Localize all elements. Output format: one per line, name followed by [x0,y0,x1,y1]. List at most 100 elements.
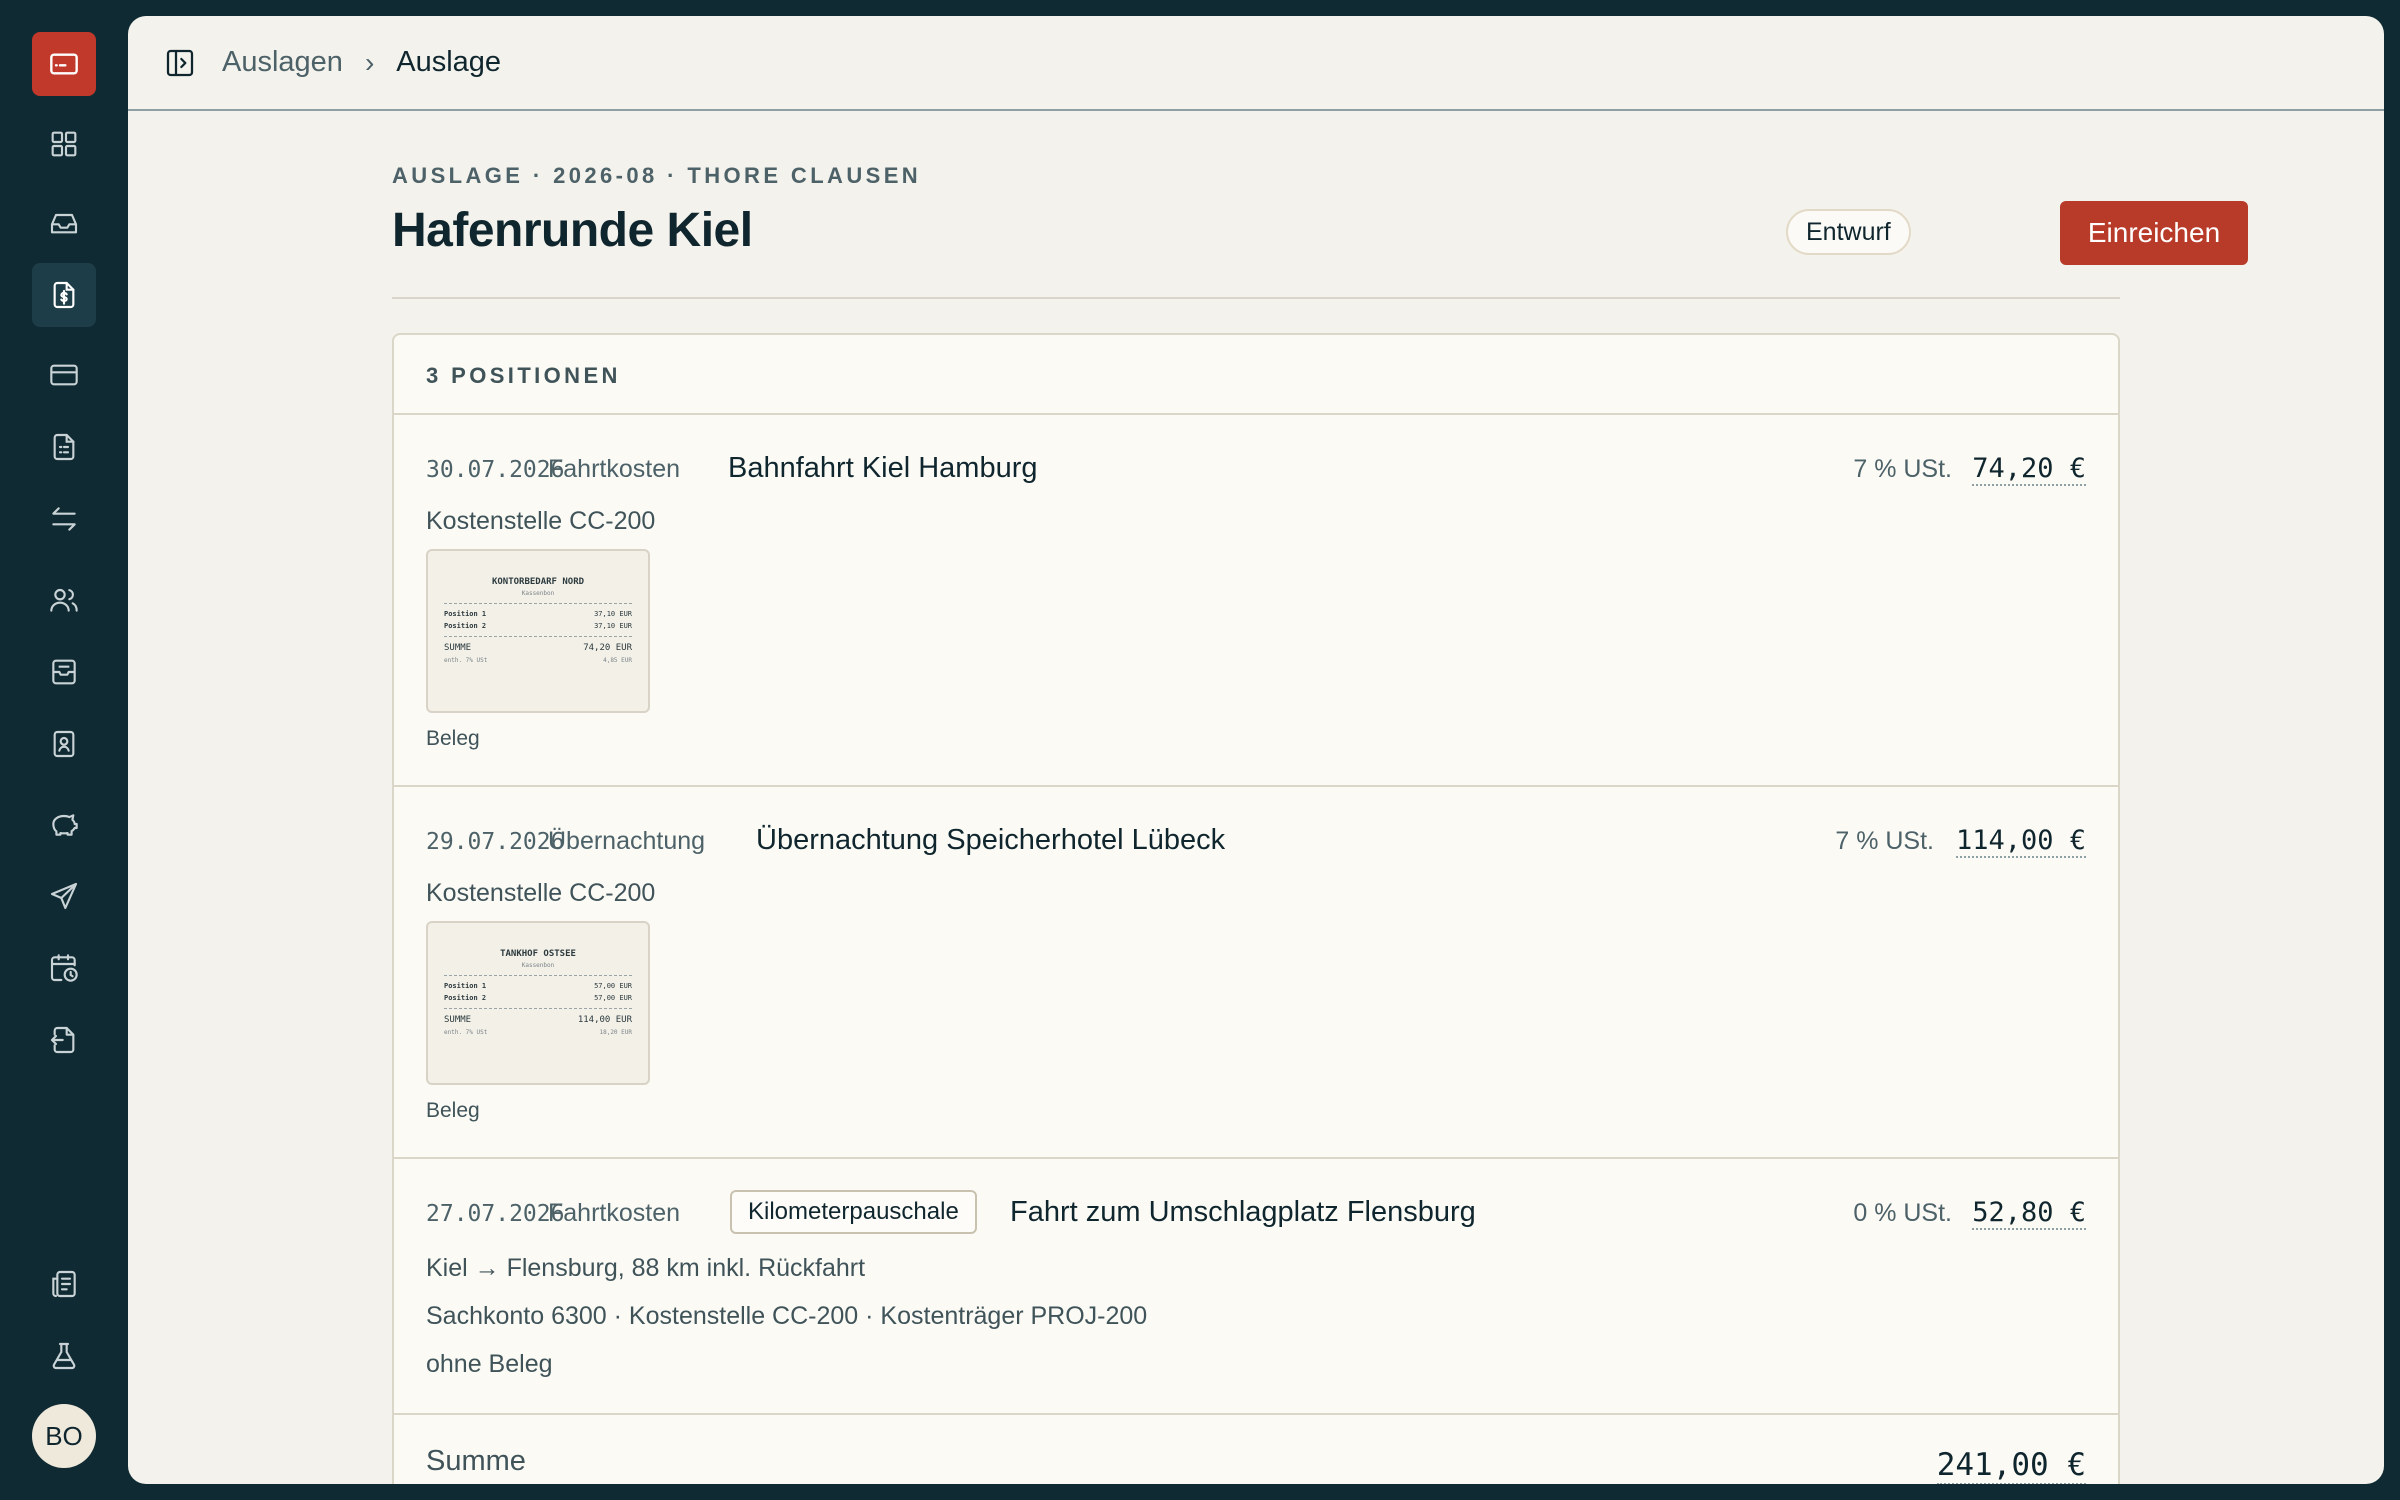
receipt-tax: enth. 7% USt 18,20 EUR [444,1029,632,1036]
sidebar-item-inbox[interactable] [32,191,96,255]
row-date: 30.07.2026 [426,457,565,483]
total-label: Summe [426,1445,526,1477]
row-route: Kiel → Flensburg, 88 km inkl. Rückfahrt [426,1254,866,1282]
sidebar-item-reports[interactable] [32,1252,96,1316]
receipt-thumbnail[interactable]: TANKHOF OSTSEE Kassenbon Position 1 57,00… [426,921,650,1085]
receipt-tax-value: 18,20 EUR [599,1029,632,1036]
table-row[interactable]: 27.07.2026 Fahrtkosten Kilometerpauschal… [394,1159,2118,1415]
export-icon [50,1026,75,1054]
breadcrumb: Auslagen › Auslage [200,46,501,79]
receipt-line-value: 37,10 EUR [594,622,632,630]
sidebar-item-dashboard[interactable] [32,112,96,176]
send-icon [50,882,78,910]
dashboard-icon [51,131,77,157]
sidebar-item-labs[interactable] [32,1324,96,1388]
receipt-line-value: 57,00 EUR [594,982,632,990]
row-amount[interactable]: 74,20 € [1972,453,2086,486]
row-date: 27.07.2026 [426,1201,565,1227]
card-icon [50,53,78,75]
receipt-line-label: Position 2 [444,994,487,1002]
reports-icon [52,1270,76,1298]
row-cost-center: Kostenstelle CC-200 [426,507,656,535]
topbar: Auslagen › Auslage [128,16,2384,111]
row-title: Bahnfahrt Kiel Hamburg [728,452,1038,484]
row-vat: 7 % USt. [1853,455,1952,483]
sidebar-item-archive[interactable] [32,640,96,704]
row-vat: 7 % USt. [1835,827,1934,855]
sidebar-item-schedule[interactable] [32,936,96,1000]
row-category: Fahrtkosten [548,1199,681,1227]
positions-count: 3 POSITIONEN [426,363,621,388]
inbox-icon [50,213,78,234]
sidebar-item-export[interactable] [32,1008,96,1072]
receipt-vendor: KONTORBEDARF NORD [491,577,585,587]
row-amount[interactable]: 52,80 € [1972,1197,2086,1230]
sidebar-item-savings[interactable] [32,792,96,856]
receipt-label: Beleg [426,727,480,750]
receipt-tax-label: enth. 7% USt [444,1029,488,1036]
receipt-subtitle: Kassenbon [521,962,555,969]
receipt-line: Position 1 57,00 EUR [444,982,632,990]
positions-card: 3 POSITIONEN 30.07.2026 Fahrtkosten Bahn… [392,333,2120,1484]
total-row: Summe 241,00 € [394,1415,2118,1484]
row-title: Übernachtung Speicherhotel Lübeck [756,824,1226,856]
avatar[interactable]: BO [32,1404,96,1468]
main-panel: Auslagen › Auslage AUSLAGE · 2026-08 · T… [128,16,2384,1484]
sidebar-item-expenses[interactable] [32,263,96,327]
users-icon [50,588,78,612]
receipt-tax-label: enth. 7% USt [444,657,488,664]
calendar-clock-icon [50,954,78,982]
receipt-tax-value: 4,85 EUR [603,657,632,664]
table-row[interactable]: 30.07.2026 Fahrtkosten Bahnfahrt Kiel Ha… [394,415,2118,787]
row-amount[interactable]: 114,00 € [1955,825,2086,858]
row-accounts: Sachkonto 6300 · Kostenstelle CC-200 · K… [426,1302,1148,1330]
receipt-divider [444,1008,632,1009]
expense-dollar-icon [53,281,75,309]
submit-button[interactable]: Einreichen [2060,201,2248,265]
sidebar-item-cards[interactable] [32,343,96,407]
row-date: 29.07.2026 [426,829,565,855]
app-logo-button[interactable] [32,32,96,96]
table-row[interactable]: 29.07.2026 Übernachtung Übernachtung Spe… [394,787,2118,1159]
receipt-line-label: Position 1 [444,610,487,618]
sidebar-item-contacts[interactable] [32,712,96,776]
archive-icon [52,659,76,685]
receipt-line-value: 57,00 EUR [594,994,632,1002]
sidebar-item-users[interactable] [32,568,96,632]
receipt-thumbnail[interactable]: KONTORBEDARF NORD Kassenbon Position 1 37… [426,549,650,713]
chevron-right-icon: › [364,46,375,78]
receipt-subtitle: Kassenbon [521,590,555,597]
sidebar-item-send[interactable] [32,864,96,928]
receipt-tax: enth. 7% USt 4,85 EUR [444,657,632,664]
sidebar-item-documents[interactable] [32,415,96,479]
credit-card-icon [50,364,78,386]
row-cost-center: Kostenstelle CC-200 [426,879,656,907]
row-vat: 0 % USt. [1853,1199,1952,1227]
sidebar: BO [0,0,128,1500]
sidebar-item-transfers[interactable] [32,487,96,551]
receipt-vendor: TANKHOF OSTSEE [500,949,576,959]
row-category: Fahrtkosten [548,455,681,483]
page-title: Hafenrunde Kiel [392,204,753,257]
toggle-sidebar-button[interactable] [164,45,200,81]
sidebar-toggle-icon [166,49,194,76]
receipt-divider [444,636,632,637]
contact-book-icon [53,730,75,758]
receipt-sum-value: 114,00 EUR [577,1015,632,1025]
receipt-line: Position 1 37,10 EUR [444,610,632,618]
receipt-label: Beleg [426,1099,480,1122]
breadcrumb-item-current: Auslage [396,46,502,78]
header-divider [392,297,2120,299]
receipt-sum: SUMME 114,00 EUR [444,1015,632,1025]
report-eyebrow: AUSLAGE · 2026-08 · THORE CLAUSEN [392,163,922,188]
total-amount: 241,00 € [1936,1447,2086,1484]
receipt-sum: SUMME 74,20 EUR [444,643,632,653]
breadcrumb-item-parent[interactable]: Auslagen [222,46,343,79]
receipt-sum-value: 74,20 EUR [583,643,632,653]
status-badge: Entwurf [1786,209,1911,255]
row-title: Fahrt zum Umschlagplatz Flensburg [1010,1196,1476,1228]
receipt-line-value: 37,10 EUR [594,610,632,618]
receipt-sum-label: SUMME [444,1015,472,1025]
lab-flask-icon [52,1342,76,1370]
positions-header: 3 POSITIONEN [394,335,2118,415]
